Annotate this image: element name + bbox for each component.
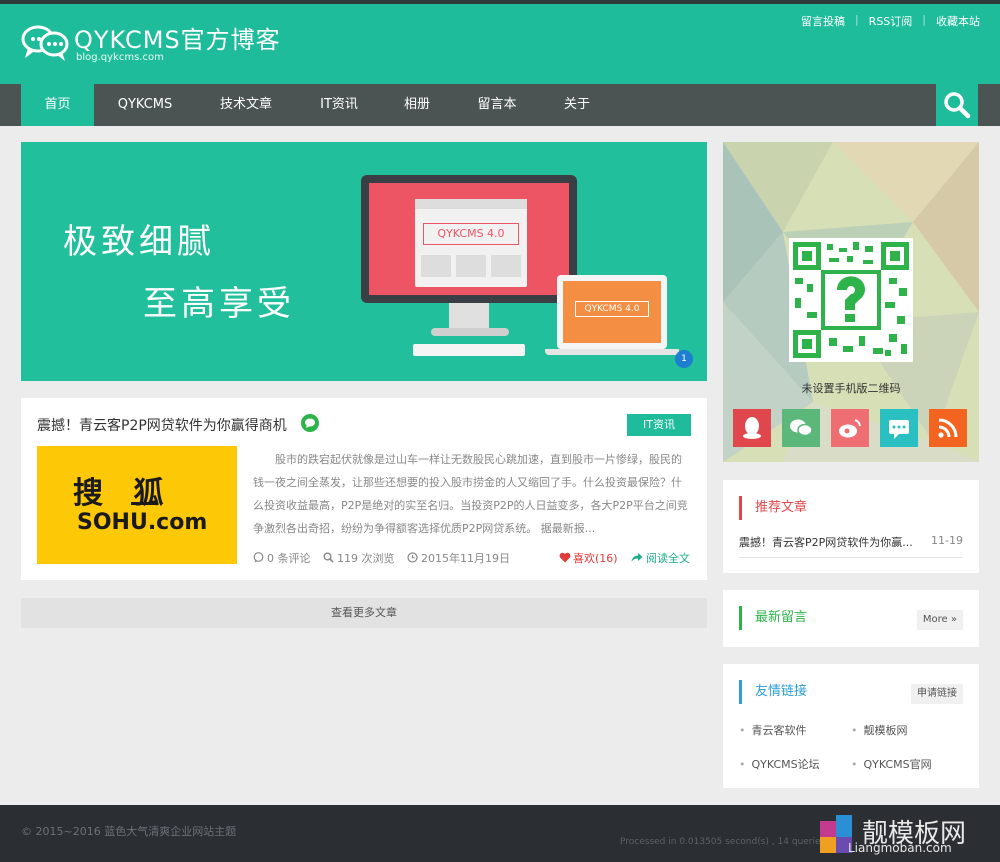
recommended-item-title[interactable]: 震撼！青云客P2P网贷软件为你赢... <box>739 536 913 549</box>
nav-item-album[interactable]: 相册 <box>385 84 449 126</box>
toplink-separator: | <box>854 13 859 26</box>
qr-code-panel: 未设置手机版二维码 <box>723 142 979 462</box>
nav-item-it-news[interactable]: IT资讯 <box>300 84 378 126</box>
latest-comments-box: 最新留言 More » <box>723 590 979 647</box>
slide-indicator[interactable]: 1 <box>675 350 693 368</box>
qr-caption: 未设置手机版二维码 <box>801 382 901 395</box>
thumbnail-text-bottom: SOHU.com <box>77 510 208 535</box>
friend-link[interactable]: 青云客软件 <box>739 722 807 738</box>
view-count: 119 次浏览 <box>323 550 395 566</box>
recommended-item-date: 11-19 <box>931 534 963 547</box>
processed-info: Processed in 0.013505 second(s) , 14 que… <box>620 837 826 847</box>
read-more-link[interactable]: 阅读全文 <box>631 550 690 566</box>
nav-item-tech[interactable]: 技术文章 <box>200 84 292 126</box>
comment-count[interactable]: 0 条评论 <box>253 550 311 566</box>
more-comments-button[interactable]: More » <box>916 610 963 630</box>
toplink-submit[interactable]: 留言投稿 <box>801 13 845 29</box>
article-card: 震撼！青云客P2P网贷软件为你赢得商机 IT资讯 搜 狐 SOHU.com 股市… <box>21 398 707 580</box>
monitor-stand <box>449 303 489 331</box>
search-views-icon <box>323 552 334 563</box>
banner-slogan-line2: 至高享受 <box>143 284 295 324</box>
wechat-share-icon[interactable] <box>301 414 319 432</box>
article-summary: 股市的跌宕起伏就像是过山车一样让无数股民心跳加速，直到股市一片惨绿，股民的钱一夜… <box>253 453 688 535</box>
recommended-articles-box: 推荐文章 震撼！青云客P2P网贷软件为你赢... 11-19 <box>723 480 979 573</box>
chat-bubbles-logo-icon[interactable] <box>20 22 70 64</box>
site-header: QYKCMS官方博客 blog.qykcms.com 留言投稿 | RSS订阅 … <box>0 4 1000 84</box>
latest-comments-title: 最新留言 <box>739 606 807 630</box>
search-icon <box>944 92 971 119</box>
rss-icon[interactable] <box>929 409 967 447</box>
qr-code-image <box>789 238 913 362</box>
top-links: 留言投稿 | RSS订阅 | 收藏本站 <box>801 13 980 29</box>
friend-link[interactable]: QYKCMS论坛 <box>739 756 820 772</box>
keyboard-illustration <box>413 344 525 356</box>
search-button[interactable] <box>936 84 978 126</box>
monitor-base <box>431 328 509 336</box>
copyright-text: © 2015~2016 蓝色大气清爽企业网站主题 <box>21 825 237 838</box>
laptop-illustration: QYKCMS 4.0 <box>557 275 667 349</box>
hero-banner[interactable]: 极致细腻 至高享受 QYKCMS 4.0 QYKCMS 4.0 1 <box>21 142 707 381</box>
toplink-rss[interactable]: RSS订阅 <box>869 13 913 29</box>
nav-item-qykcms[interactable]: QYKCMS <box>100 84 190 126</box>
nav-item-home[interactable]: 首页 <box>21 84 94 126</box>
friend-link[interactable]: 靓模板网 <box>851 722 908 738</box>
toplink-separator: | <box>922 13 926 26</box>
recommended-title: 推荐文章 <box>739 496 807 520</box>
article-thumbnail[interactable]: 搜 狐 SOHU.com <box>37 446 237 564</box>
article-title[interactable]: 震撼！青云客P2P网贷软件为你赢得商机 <box>37 415 287 435</box>
site-subtitle: blog.qykcms.com <box>76 52 164 63</box>
friend-link[interactable]: QYKCMS官网 <box>851 756 932 772</box>
clock-icon <box>407 552 418 563</box>
publish-date: 2015年11月19日 <box>407 550 510 566</box>
monitor-label: QYKCMS 4.0 <box>423 223 519 245</box>
qq-icon[interactable] <box>733 409 771 447</box>
laptop-label: QYKCMS 4.0 <box>575 301 649 317</box>
recommended-item[interactable]: 震撼！青云客P2P网贷软件为你赢... 11-19 <box>739 534 963 550</box>
banner-slogan-line1: 极致细腻 <box>63 222 215 262</box>
site-title[interactable]: QYKCMS官方博客 <box>74 20 281 55</box>
nav-item-guestbook[interactable]: 留言本 <box>460 84 534 126</box>
more-articles-button[interactable]: 查看更多文章 <box>21 598 707 628</box>
heart-icon <box>559 552 571 563</box>
laptop-base <box>545 349 679 355</box>
monitor-illustration: QYKCMS 4.0 <box>361 175 577 303</box>
site-footer: © 2015~2016 蓝色大气清爽企业网站主题 Processed in 0.… <box>0 805 1000 862</box>
share-arrow-icon <box>631 553 643 562</box>
message-icon[interactable] <box>880 409 918 447</box>
nav-item-about[interactable]: 关于 <box>545 84 609 126</box>
toplink-bookmark[interactable]: 收藏本站 <box>936 13 980 29</box>
article-category-tag[interactable]: IT资讯 <box>627 414 691 436</box>
friend-links-box: 友情链接 申请链接 青云客软件 靓模板网 QYKCMS论坛 QYKCMS官网 <box>723 664 979 788</box>
main-nav: 首页 QYKCMS 技术文章 IT资讯 相册 留言本 关于 <box>0 84 1000 126</box>
thumbnail-text-top: 搜 狐 <box>73 476 174 511</box>
friend-links-title: 友情链接 <box>739 680 807 704</box>
wechat-icon[interactable] <box>782 409 820 447</box>
apply-link-button[interactable]: 申请链接 <box>911 684 963 704</box>
weibo-icon[interactable] <box>831 409 869 447</box>
watermark-url: Liangmoban.com <box>848 841 952 855</box>
comment-icon <box>253 552 264 563</box>
like-button[interactable]: 喜欢(16) <box>559 550 618 566</box>
